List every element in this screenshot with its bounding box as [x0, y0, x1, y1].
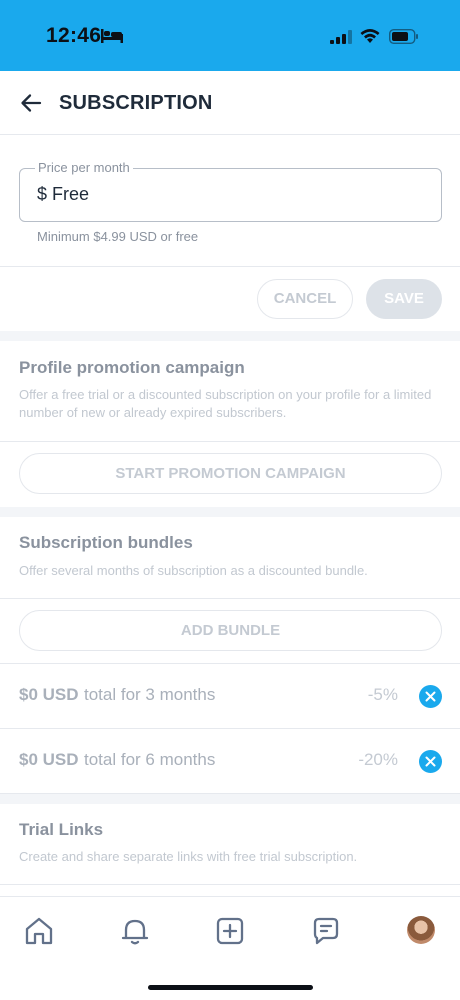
add-bundle-button[interactable]: ADD BUNDLE — [19, 610, 442, 651]
section-gap — [0, 507, 460, 517]
arrow-left-icon[interactable] — [20, 92, 42, 114]
bell-icon[interactable] — [119, 915, 151, 947]
promotion-title: Profile promotion campaign — [19, 358, 245, 377]
bundle-row[interactable]: $0 USD total for 3 months -5% — [0, 664, 460, 728]
bundle-duration: total for 3 months — [84, 685, 216, 704]
wifi-icon — [360, 29, 380, 43]
remove-bundle-icon[interactable] — [419, 685, 442, 708]
price-field-value[interactable]: $ Free — [37, 184, 89, 205]
remove-bundle-icon[interactable] — [419, 750, 442, 773]
price-field-label: Price per month — [35, 160, 133, 175]
bundle-row[interactable]: $0 USD total for 6 months -20% — [0, 729, 460, 793]
divider — [0, 441, 460, 442]
home-indicator — [148, 985, 313, 990]
messages-icon[interactable] — [310, 915, 342, 947]
divider — [0, 884, 460, 885]
price-per-month-field[interactable]: Price per month $ Free — [19, 160, 442, 222]
status-bar: 12:46 — [0, 0, 460, 71]
trial-links-description: Create and share separate links with fre… — [19, 849, 358, 864]
section-gap — [0, 331, 460, 341]
page-title: SUBSCRIPTION — [59, 92, 213, 114]
bundle-amount: $0 USD — [19, 750, 79, 769]
add-post-icon[interactable] — [214, 915, 246, 947]
bundles-description: Offer several months of subscription as … — [19, 563, 368, 578]
section-gap — [0, 794, 460, 804]
bundle-discount: -20% — [358, 750, 398, 769]
home-icon[interactable] — [23, 915, 55, 947]
bundle-amount: $0 USD — [19, 685, 79, 704]
cellular-signal-icon — [330, 30, 352, 44]
save-button[interactable]: SAVE — [366, 279, 442, 319]
profile-avatar[interactable] — [407, 916, 435, 944]
status-time: 12:46 — [46, 24, 102, 47]
price-hint: Minimum $4.99 USD or free — [37, 229, 199, 244]
promotion-description: Offer a free trial or a discounted subsc… — [19, 387, 432, 420]
start-promotion-button[interactable]: START PROMOTION CAMPAIGN — [19, 453, 442, 494]
battery-icon — [389, 29, 418, 44]
top-header: SUBSCRIPTION — [0, 71, 460, 135]
divider — [0, 266, 460, 267]
bundles-title: Subscription bundles — [19, 533, 193, 552]
bundle-duration: total for 6 months — [84, 750, 216, 769]
divider — [0, 598, 460, 599]
sleep-focus-icon — [101, 29, 123, 43]
cancel-button[interactable]: CANCEL — [257, 279, 353, 319]
bottom-tab-bar — [0, 896, 460, 1000]
trial-links-title: Trial Links — [19, 820, 104, 839]
bundle-discount: -5% — [367, 685, 398, 704]
